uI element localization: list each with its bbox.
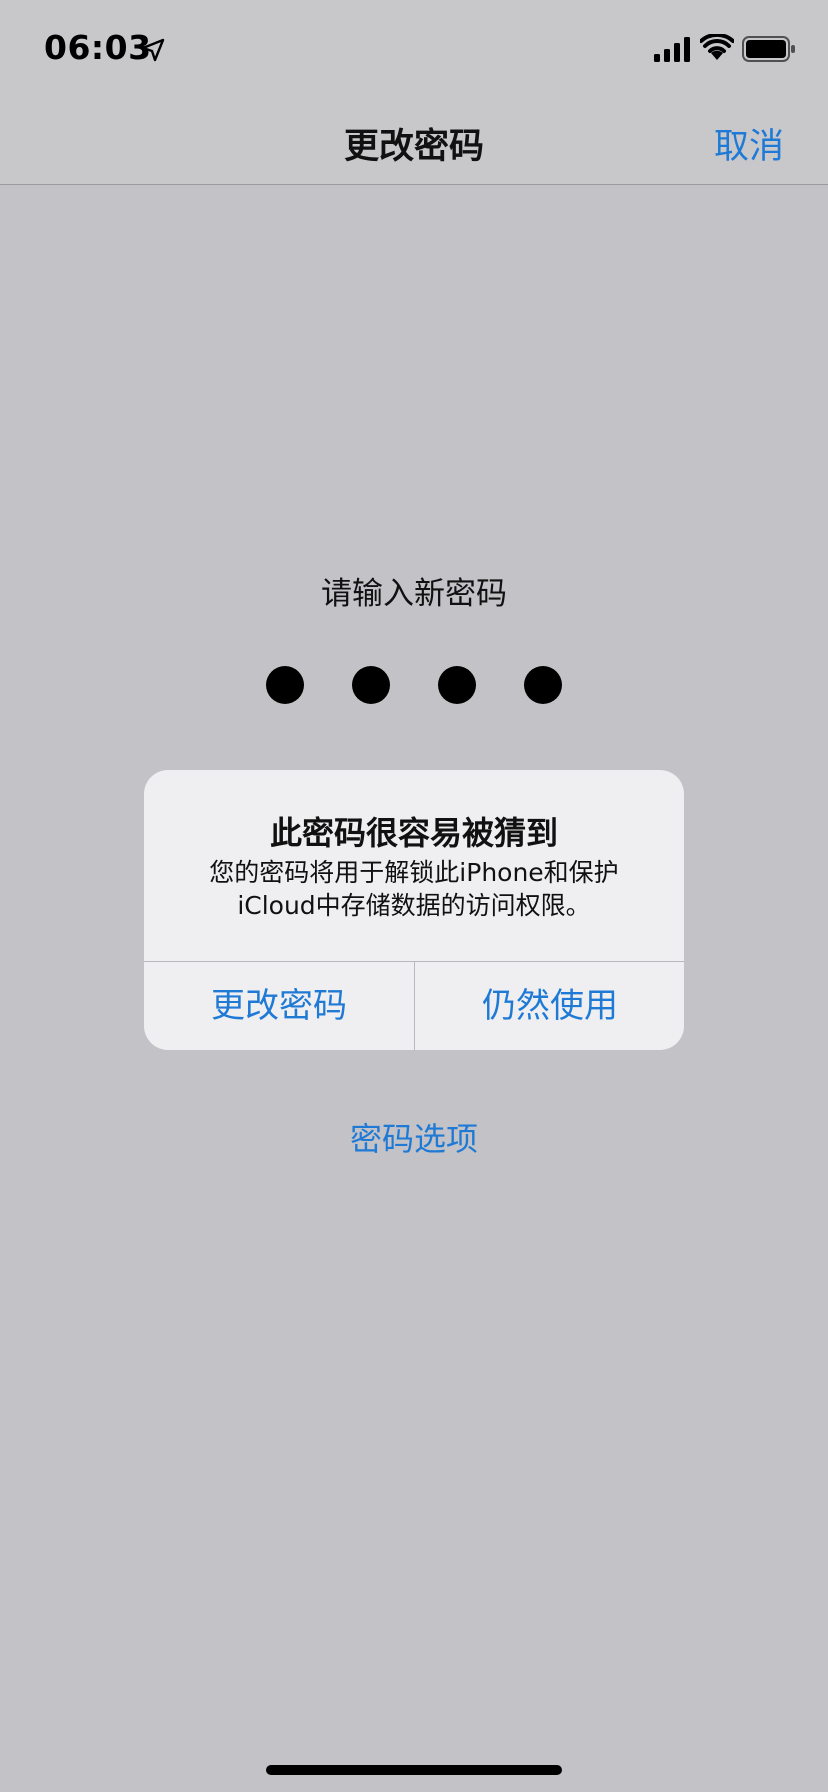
wifi-icon xyxy=(700,34,734,60)
passcode-dot xyxy=(266,666,304,704)
location-arrow-icon xyxy=(141,38,165,62)
weak-passcode-alert: 此密码很容易被猜到 您的密码将用于解锁此iPhone和保护iCloud中存储数据… xyxy=(144,770,684,1050)
alert-message: 您的密码将用于解锁此iPhone和保护iCloud中存储数据的访问权限。 xyxy=(209,858,619,920)
passcode-dot xyxy=(524,666,562,704)
passcode-options-link[interactable]: 密码选项 xyxy=(0,1114,828,1160)
passcode-dots xyxy=(266,666,562,706)
battery-icon xyxy=(742,36,795,62)
cancel-button[interactable]: 取消 xyxy=(714,118,784,169)
passcode-prompt: 请输入新密码 xyxy=(321,576,507,612)
cellular-signal-icon xyxy=(654,37,690,62)
passcode-dot xyxy=(352,666,390,704)
status-time: 06:03 xyxy=(44,28,152,67)
page-title: 更改密码 xyxy=(343,127,484,167)
alert-title: 此密码很容易被猜到 xyxy=(269,814,558,852)
passcode-dot xyxy=(438,666,476,704)
use-anyway-button[interactable]: 仍然使用 xyxy=(415,962,684,1050)
status-bar: 06:03 xyxy=(0,0,828,96)
home-indicator[interactable] xyxy=(266,1765,562,1775)
change-passcode-screen: 06:03 更改密码 取消 请输入新密码 此密码很容易被猜到 您的密码将用于解锁… xyxy=(0,0,828,1792)
navigation-bar: 更改密码 取消 xyxy=(0,96,828,185)
change-passcode-button[interactable]: 更改密码 xyxy=(144,962,414,1050)
